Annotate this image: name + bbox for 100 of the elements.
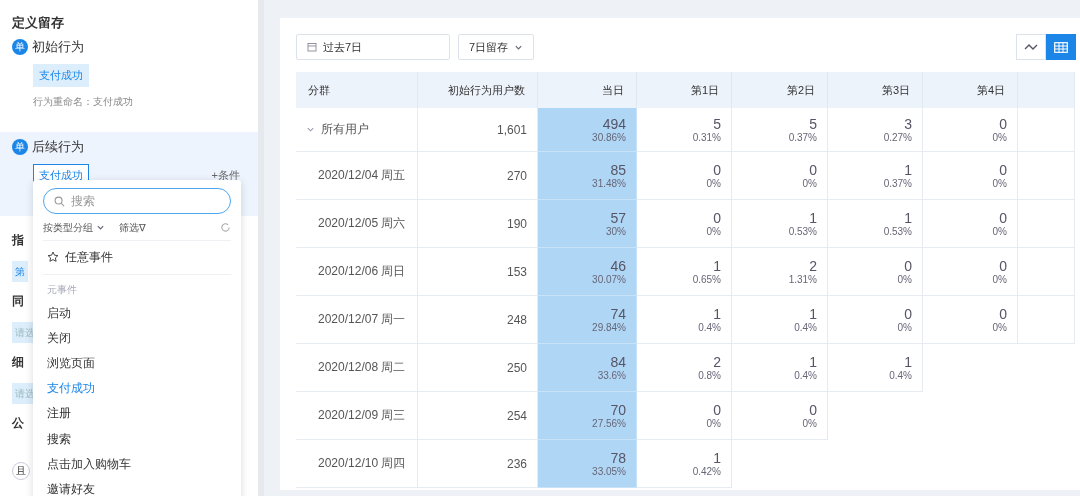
event-option[interactable]: 邀请好友	[43, 476, 231, 496]
section-heading: 同	[12, 294, 24, 308]
collapse-icon[interactable]	[306, 125, 315, 134]
retention-count: 494	[602, 116, 626, 132]
table-view-button[interactable]	[1046, 34, 1076, 60]
retention-rate: 0%	[897, 322, 912, 333]
retention-rate: 0.53%	[883, 226, 912, 237]
retention-rate: 30.86%	[592, 132, 626, 143]
retention-rate: 0.42%	[692, 466, 721, 477]
column-header: 第3日	[828, 72, 923, 108]
retention-count: 0	[809, 162, 817, 178]
retention-count: 0	[999, 306, 1007, 322]
retention-rate: 0%	[992, 322, 1007, 333]
retention-count: 74	[610, 306, 626, 322]
line-chart-icon	[1024, 42, 1038, 52]
retention-count: 78	[610, 450, 626, 466]
retention-count: 1	[904, 162, 912, 178]
initial-action-label: 初始行为	[32, 38, 84, 56]
section-title: 定义留存	[11, 14, 65, 32]
filter-link[interactable]: 筛选∇	[119, 220, 146, 235]
group-name: 2020/12/04 周五	[317, 167, 406, 184]
event-option[interactable]: 启动	[43, 300, 231, 326]
retention-rate: 0%	[706, 178, 721, 189]
group-name: 2020/12/07 周一	[317, 311, 406, 328]
column-header: 第2日	[732, 72, 828, 108]
section-heading: 公	[12, 416, 24, 430]
retention-count: 0	[713, 210, 721, 226]
section-heading: 指	[12, 233, 24, 247]
retention-count: 1	[904, 210, 912, 226]
retention-count: 46	[610, 258, 626, 274]
single-badge: 单	[12, 39, 28, 55]
column-header: 初始行为用户数	[418, 72, 538, 108]
retention-rate: 0.65%	[692, 274, 721, 285]
retention-count: 0	[999, 116, 1007, 132]
retention-rate: 0%	[802, 418, 817, 429]
retention-count: 0	[904, 306, 912, 322]
date-range-picker[interactable]: 过去7日	[296, 34, 450, 60]
retention-rate: 0.8%	[698, 370, 721, 381]
retention-rate: 0.27%	[883, 132, 912, 143]
retention-count: 0	[999, 162, 1007, 178]
retention-count: 0	[999, 258, 1007, 274]
retention-rate: 0%	[802, 178, 817, 189]
retention-count: 0	[809, 402, 817, 418]
event-option[interactable]: 支付成功	[43, 376, 231, 402]
single-badge: 单	[12, 139, 28, 155]
retention-count: 0	[904, 258, 912, 274]
retention-rate: 0.4%	[698, 322, 721, 333]
section-heading: 细	[12, 355, 24, 369]
retention-rate: 0.4%	[889, 370, 912, 381]
retention-rate: 29.84%	[592, 322, 626, 333]
retention-rate: 33.05%	[592, 466, 626, 477]
group-name: 2020/12/08 周二	[317, 359, 406, 376]
retention-rate: 0%	[706, 226, 721, 237]
retention-count: 84	[610, 354, 626, 370]
star-icon	[47, 251, 59, 263]
any-event-item[interactable]: 任意事件	[43, 239, 231, 275]
retention-count: 1	[904, 354, 912, 370]
chevron-down-icon	[96, 223, 105, 233]
retention-count: 1	[713, 450, 721, 466]
followup-action-label: 后续行为	[32, 138, 84, 156]
section-label: 元事件	[46, 282, 78, 297]
retention-count: 57	[610, 210, 626, 226]
retention-rate: 0.37%	[883, 178, 912, 189]
retention-count: 1	[713, 258, 721, 274]
group-name: 2020/12/05 周六	[317, 215, 406, 232]
event-option[interactable]: 点击加入购物车	[43, 451, 231, 477]
event-option[interactable]: 浏览页面	[43, 350, 231, 377]
retention-count: 70	[610, 402, 626, 418]
retention-count: 2	[809, 258, 817, 274]
retention-rate: 0%	[992, 226, 1007, 237]
retention-rate: 0%	[992, 178, 1007, 189]
refresh-icon[interactable]	[220, 222, 231, 234]
column-header: 分群	[296, 72, 418, 108]
add-condition-link[interactable]: +条件	[211, 168, 246, 183]
retention-rate: 1.31%	[788, 274, 817, 285]
retention-count: 3	[904, 116, 912, 132]
retention-count: 1	[809, 210, 817, 226]
retention-count: 5	[713, 116, 721, 132]
retention-rate: 0%	[897, 274, 912, 285]
retention-count: 2	[713, 354, 721, 370]
retention-count: 1	[809, 306, 817, 322]
retention-rate: 0.31%	[692, 132, 721, 143]
column-header: 第1日	[637, 72, 732, 108]
retention-count: 0	[999, 210, 1007, 226]
group-by-dropdown[interactable]: 按类型分组	[43, 220, 105, 235]
table-icon	[1054, 41, 1068, 53]
group-name: 2020/12/06 周日	[317, 263, 406, 280]
search-field[interactable]: 搜索	[43, 188, 231, 214]
retention-rate: 0%	[992, 274, 1007, 285]
retention-count: 5	[809, 116, 817, 132]
retention-rate: 31.48%	[592, 178, 626, 189]
line-chart-button[interactable]	[1016, 34, 1046, 60]
event-option[interactable]: 搜索	[43, 426, 231, 452]
retention-rate: 30%	[606, 226, 626, 237]
retention-dropdown[interactable]: 7日留存	[458, 34, 535, 60]
retention-rate: 0%	[706, 418, 721, 429]
retention-count: 1	[713, 306, 721, 322]
event-option[interactable]: 关闭	[43, 325, 231, 351]
retention-rate: 30.07%	[592, 274, 626, 285]
event-option[interactable]: 注册	[43, 401, 231, 427]
